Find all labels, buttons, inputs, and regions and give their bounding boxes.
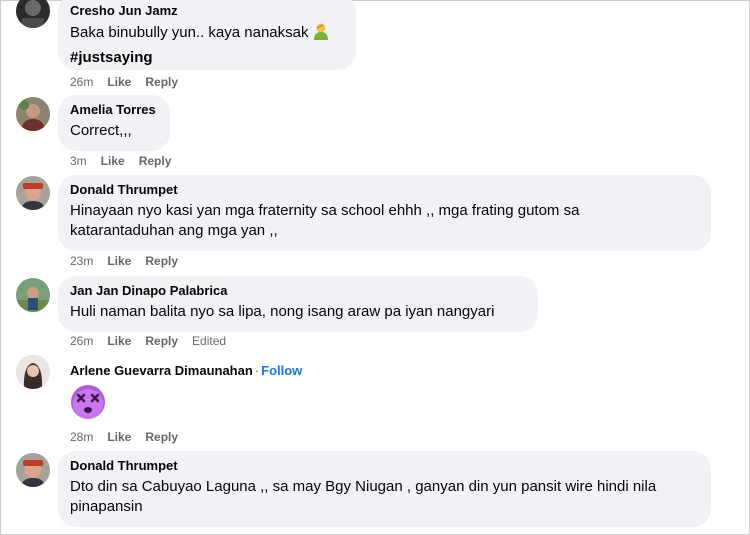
comment-author[interactable]: Donald Thrumpet xyxy=(70,182,699,198)
avatar[interactable] xyxy=(16,278,50,312)
reply-button[interactable]: Reply xyxy=(145,75,178,89)
avatar[interactable] xyxy=(16,453,50,487)
comment-time[interactable]: 28m xyxy=(70,430,93,444)
avatar[interactable] xyxy=(16,355,50,389)
comment-author[interactable]: Jan Jan Dinapo Palabrica xyxy=(70,283,526,299)
comment-time[interactable]: 26m xyxy=(70,75,93,89)
like-button[interactable]: Like xyxy=(101,154,125,168)
comment-author[interactable]: Amelia Torres xyxy=(70,102,158,118)
comment-text: Baka binubully yun.. kaya nanaksak xyxy=(70,22,344,46)
comment-text: Huli naman balita nyo sa lipa, nong isan… xyxy=(70,303,495,320)
avatar[interactable] xyxy=(16,176,50,210)
comment-text: Hinayaan nyo kasi yan mga fraternity sa … xyxy=(70,202,580,239)
like-button[interactable]: Like xyxy=(107,430,131,444)
separator-dot: · xyxy=(254,363,260,378)
like-button[interactable]: Like xyxy=(107,334,131,348)
comment-bubble: Amelia Torres Correct,,, xyxy=(58,95,170,151)
comment-actions: 28m Like Reply xyxy=(70,429,192,445)
person-facepalming-icon xyxy=(312,22,330,46)
comment-bubble: Donald Thrumpet Dto din sa Cabuyao Lagun… xyxy=(58,451,711,527)
comment-actions: 23m Like Reply xyxy=(70,253,192,269)
comment-author-row: Arlene Guevarra Dimaunahan · Follow xyxy=(70,363,302,379)
dizzy-face-emoji-icon xyxy=(70,384,106,425)
comment-actions: 3m Like Reply xyxy=(70,153,185,169)
comment-bubble: Jan Jan Dinapo Palabrica Huli naman bali… xyxy=(58,276,538,332)
reply-button[interactable]: Reply xyxy=(139,154,172,168)
comment-actions: 26m Like Reply xyxy=(70,74,192,90)
avatar[interactable] xyxy=(16,0,50,28)
comment-author[interactable]: Donald Thrumpet xyxy=(70,458,699,474)
avatar[interactable] xyxy=(16,97,50,131)
comment-time[interactable]: 3m xyxy=(70,154,87,168)
reply-button[interactable]: Reply xyxy=(145,254,178,268)
comment-text: Correct,,, xyxy=(70,122,132,139)
comment-author[interactable]: Cresho Jun Jamz xyxy=(70,3,344,19)
comment-author[interactable]: Arlene Guevarra Dimaunahan xyxy=(70,363,253,378)
like-button[interactable]: Like xyxy=(107,254,131,268)
comment-time[interactable]: 23m xyxy=(70,254,93,268)
hashtag-link[interactable]: #justsaying xyxy=(70,48,344,68)
comment-time[interactable]: 26m xyxy=(70,334,93,348)
comment-body: Baka binubully yun.. kaya nanaksak xyxy=(70,24,309,41)
reply-button[interactable]: Reply xyxy=(145,430,178,444)
like-button[interactable]: Like xyxy=(107,75,131,89)
comment-bubble: Donald Thrumpet Hinayaan nyo kasi yan mg… xyxy=(58,175,711,251)
edited-label[interactable]: Edited xyxy=(192,334,226,348)
reply-button[interactable]: Reply xyxy=(145,334,178,348)
follow-link[interactable]: Follow xyxy=(261,363,302,378)
comment-text: Dto din sa Cabuyao Laguna ,, sa may Bgy … xyxy=(70,478,657,515)
comment-bubble: Cresho Jun Jamz Baka binubully yun.. kay… xyxy=(58,0,356,70)
comment-actions: 26m Like Reply Edited xyxy=(70,333,240,349)
